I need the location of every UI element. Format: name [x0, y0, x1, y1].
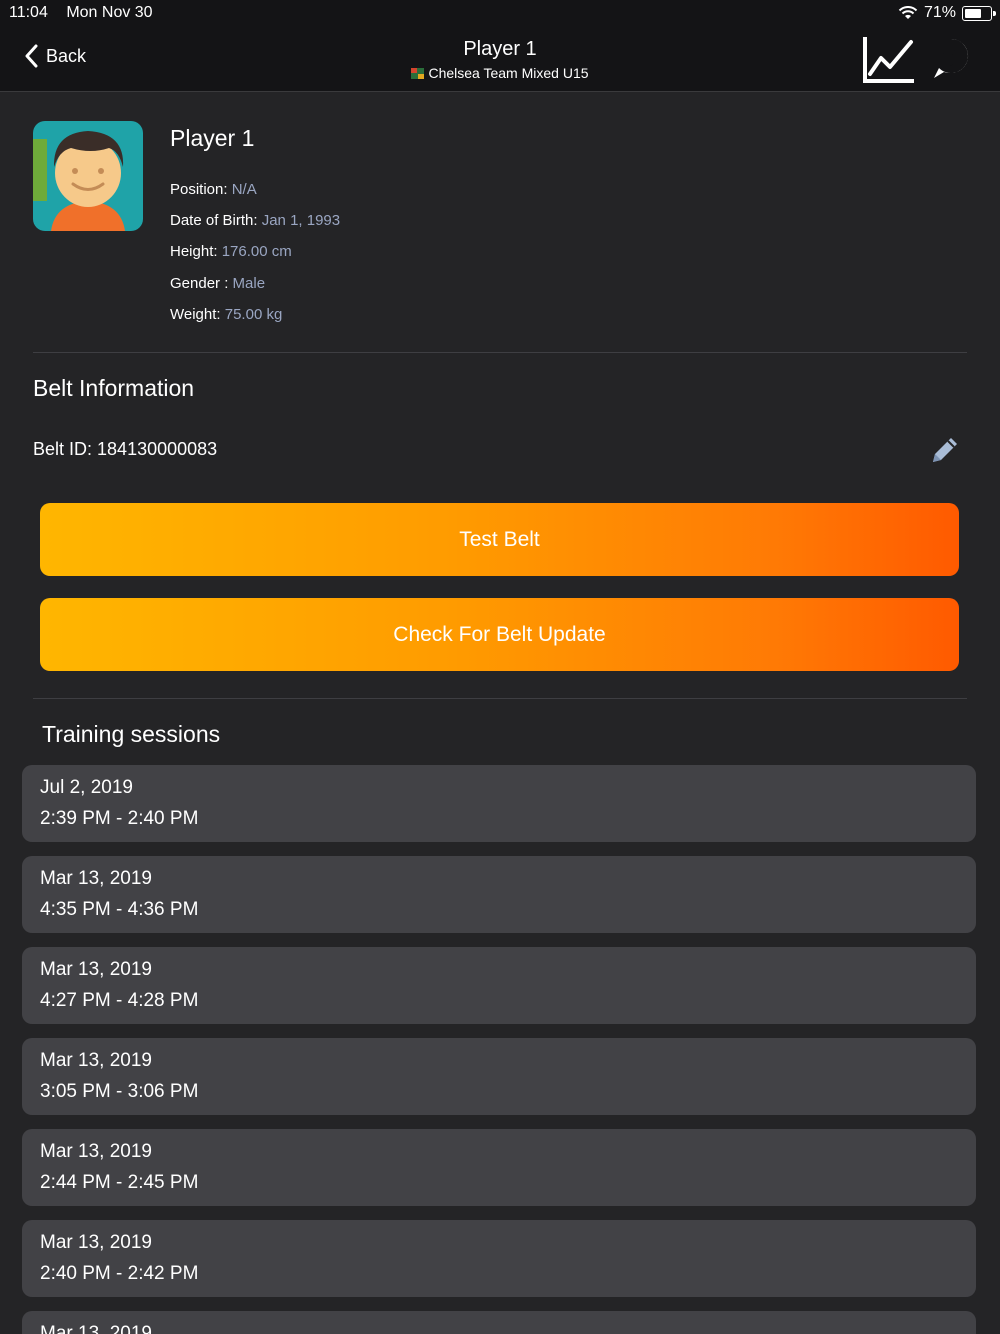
belt-section-title: Belt Information	[33, 375, 195, 401]
status-right: 71%	[898, 4, 996, 22]
pencil-icon	[933, 438, 957, 462]
belt-id-label: Belt ID:	[33, 439, 98, 459]
session-card[interactable]: Mar 13, 2019 4:35 PM - 4:36 PM	[22, 856, 976, 933]
nav-bar: Back Player 1 Chelsea Team Mixed U15	[0, 26, 1000, 92]
weight-row: Weight: 75.00 kg	[170, 306, 282, 323]
stats-chart-icon[interactable]	[862, 34, 916, 84]
dob-value: Jan 1, 1993	[261, 212, 341, 229]
session-card[interactable]: Mar 13, 2019 2:44 PM - 2:45 PM	[22, 1129, 976, 1206]
height-value: 176.00 cm	[221, 243, 292, 260]
battery-icon	[962, 5, 996, 21]
help-icon[interactable]	[932, 38, 970, 80]
session-date: Mar 13, 2019	[40, 1323, 152, 1334]
player-avatar-icon	[33, 121, 143, 231]
session-card[interactable]: Mar 13, 2019	[22, 1311, 976, 1334]
weight-label: Weight:	[170, 306, 225, 323]
dob-row: Date of Birth: Jan 1, 1993	[170, 212, 340, 229]
session-card[interactable]: Mar 13, 2019 2:40 PM - 2:42 PM	[22, 1220, 976, 1297]
session-date: Mar 13, 2019	[40, 868, 152, 889]
nav-actions	[862, 34, 970, 84]
session-time: 4:27 PM - 4:28 PM	[40, 990, 199, 1011]
test-belt-button[interactable]: Test Belt	[40, 503, 959, 576]
team-flag-icon	[411, 68, 425, 79]
session-card[interactable]: Mar 13, 2019 3:05 PM - 3:06 PM	[22, 1038, 976, 1115]
gender-label: Gender :	[170, 275, 233, 292]
belt-id-value: 184130000083	[97, 439, 218, 459]
divider	[33, 352, 967, 353]
battery-fill	[965, 8, 981, 18]
gender-row: Gender : Male	[170, 275, 265, 292]
weight-value: 75.00 kg	[224, 306, 283, 323]
session-time: 3:05 PM - 3:06 PM	[40, 1081, 199, 1102]
avatar	[33, 121, 143, 231]
page-title: Player 1	[463, 38, 537, 60]
session-time: 2:40 PM - 2:42 PM	[40, 1263, 199, 1284]
player-name: Player 1	[170, 125, 255, 151]
position-row: Position: N/A	[170, 181, 257, 198]
training-section-title: Training sessions	[42, 721, 221, 747]
dob-label: Date of Birth:	[170, 212, 262, 229]
session-date: Mar 13, 2019	[40, 1050, 152, 1071]
status-time: 11:04	[9, 4, 48, 21]
check-belt-update-button[interactable]: Check For Belt Update	[40, 598, 959, 671]
session-date: Mar 13, 2019	[40, 1141, 152, 1162]
battery-percent: 71%	[923, 4, 956, 21]
session-date: Jul 2, 2019	[40, 777, 133, 798]
session-date: Mar 13, 2019	[40, 959, 152, 980]
session-date: Mar 13, 2019	[40, 1232, 152, 1253]
status-bar: 11:04 Mon Nov 30 71%	[0, 0, 1000, 26]
gender-value: Male	[232, 275, 266, 292]
team-name: Chelsea Team Mixed U15	[428, 65, 589, 81]
session-card[interactable]: Jul 2, 2019 2:39 PM - 2:40 PM	[22, 765, 976, 842]
position-value: N/A	[231, 181, 257, 198]
wifi-icon	[898, 6, 918, 19]
session-time: 2:44 PM - 2:45 PM	[40, 1172, 199, 1193]
status-date: Mon Nov 30	[66, 4, 153, 21]
position-label: Position:	[170, 181, 232, 198]
team-subtitle: Chelsea Team Mixed U15	[0, 65, 1000, 81]
session-time: 4:35 PM - 4:36 PM	[40, 899, 199, 920]
status-left: 11:04 Mon Nov 30	[9, 4, 167, 22]
session-card[interactable]: Mar 13, 2019 4:27 PM - 4:28 PM	[22, 947, 976, 1024]
edit-belt-button[interactable]	[928, 433, 962, 467]
belt-id-row: Belt ID: 184130000083	[33, 439, 217, 460]
session-time: 2:39 PM - 2:40 PM	[40, 808, 199, 829]
height-row: Height: 176.00 cm	[170, 243, 292, 260]
divider	[33, 698, 967, 699]
height-label: Height:	[170, 243, 222, 260]
